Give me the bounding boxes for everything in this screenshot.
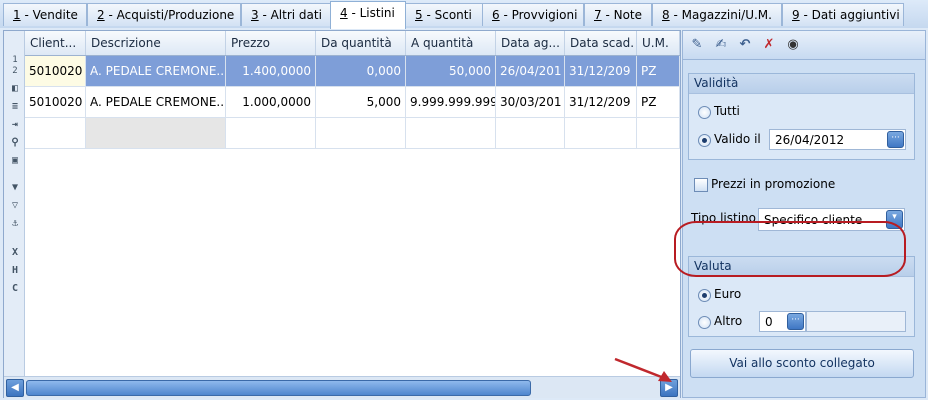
cell-da-quantita[interactable]: 5,000 <box>316 87 406 118</box>
export-c-icon[interactable]: C <box>8 283 22 295</box>
cell-data-scad[interactable] <box>565 118 637 149</box>
col-header-data-scad[interactable]: Data scad. <box>565 31 637 55</box>
insert-icon[interactable]: ⇥ <box>8 119 22 131</box>
cell-descrizione[interactable]: A. PEDALE CREMONE... <box>86 56 226 87</box>
date-picker-icon[interactable]: ··· <box>887 131 904 148</box>
tab-sconti[interactable]: 5 - Sconti <box>405 3 483 26</box>
label-promozione: Prezzi in promozione <box>711 177 836 191</box>
right-toolbar: ✎ ✍ ↶ ✗ ◉ <box>683 31 925 60</box>
cell-descrizione[interactable] <box>86 118 226 149</box>
cell-da-quantita[interactable]: 0,000 <box>316 56 406 87</box>
cell-cliente[interactable] <box>25 118 86 149</box>
tab-bar: 1 - Vendite 2 - Acquisti/Produzione 3 - … <box>0 0 928 29</box>
cell-data-agg[interactable]: 26/04/201 <box>496 56 565 87</box>
right-panel: ✎ ✍ ↶ ✗ ◉ Validità Tutti Valido il 26/04… <box>682 30 926 398</box>
tab-altri-dati[interactable]: 3 - Altri dati <box>241 3 331 26</box>
cell-data-agg[interactable] <box>496 118 565 149</box>
cell-prezzo[interactable] <box>226 118 316 149</box>
cell-data-agg[interactable]: 30/03/201 <box>496 87 565 118</box>
radio-valido-il[interactable] <box>698 134 711 147</box>
date-field[interactable]: 26/04/2012 ··· <box>769 129 906 150</box>
promozione-checkbox[interactable] <box>694 178 708 192</box>
cell-prezzo[interactable]: 1.400,0000 <box>226 56 316 87</box>
horizontal-scrollbar[interactable]: ◀ ▶ <box>4 376 680 398</box>
edit-icon[interactable]: ✎ <box>688 36 706 53</box>
tab-provvigioni[interactable]: 6 - Provvigioni <box>482 3 584 26</box>
cell-data-scad[interactable]: 31/12/209 <box>565 56 637 87</box>
cell-um[interactable]: PZ <box>637 87 680 118</box>
tab-dati-aggiuntivi[interactable]: 9 - Dati aggiuntivi <box>782 3 904 26</box>
radio-tutti[interactable] <box>698 106 711 119</box>
cell-data-scad[interactable]: 31/12/209 <box>565 87 637 118</box>
col-header-cliente[interactable]: Client... <box>25 31 86 55</box>
undo-icon[interactable]: ↶ <box>736 36 754 53</box>
label-euro: Euro <box>714 287 742 301</box>
cell-descrizione[interactable]: A. PEDALE CREMONE... <box>86 87 226 118</box>
col-header-data-agg[interactable]: Data ag... <box>496 31 565 55</box>
cell-a-quantita[interactable] <box>406 118 496 149</box>
highlight-ellipse <box>674 221 906 277</box>
binoculars-icon[interactable]: ◉ <box>784 36 802 53</box>
listini-grid: 12 ◧ ≡ ⇥ ⚲ ▣ ▼ ▽ ⚓ X H C Client... Descr… <box>3 30 681 398</box>
tab-note[interactable]: 7 - Note <box>584 3 652 26</box>
tab-vendite[interactable]: 1 - Vendite <box>3 3 87 26</box>
row-numbers: 12 <box>12 55 18 76</box>
filter-clear-icon[interactable]: ▽ <box>8 200 22 212</box>
tab-listini[interactable]: 4 - Listini <box>330 1 406 29</box>
grid-side-toolbar: 12 ◧ ≡ ⇥ ⚲ ▣ ▼ ▽ ⚓ X H C <box>4 31 25 376</box>
list-icon[interactable]: ≡ <box>8 101 22 113</box>
grid-header: Client... Descrizione Prezzo Da quantità… <box>25 31 680 56</box>
altro-description <box>806 311 906 332</box>
cell-um[interactable]: PZ <box>637 56 680 87</box>
altro-lookup-icon[interactable]: ··· <box>787 313 804 330</box>
col-header-prezzo[interactable]: Prezzo <box>226 31 316 55</box>
export-h-icon[interactable]: H <box>8 265 22 277</box>
label-valido-il: Valido il <box>714 132 761 146</box>
export-x-icon[interactable]: X <box>8 247 22 259</box>
anchor-icon[interactable]: ⚓ <box>8 218 22 230</box>
cell-cliente[interactable]: 5010020 <box>25 87 86 118</box>
red-arrow-icon <box>614 357 672 382</box>
col-header-a-quantita[interactable]: A quantità <box>406 31 496 55</box>
altro-field[interactable]: 0 ··· <box>759 311 806 332</box>
radio-altro[interactable] <box>698 316 711 329</box>
col-header-da-quantita[interactable]: Da quantità <box>316 31 406 55</box>
tab-magazzini-um[interactable]: 8 - Magazzini/U.M. <box>652 3 782 26</box>
delete-icon[interactable]: ✗ <box>760 36 778 53</box>
label-altro: Altro <box>714 314 743 328</box>
tab-content: 12 ◧ ≡ ⇥ ⚲ ▣ ▼ ▽ ⚓ X H C Client... Descr… <box>0 28 928 400</box>
cell-a-quantita[interactable]: 9.999.999.999 <box>406 87 496 118</box>
vai-sconto-button[interactable]: Vai allo sconto collegato <box>690 349 914 378</box>
cell-cliente[interactable]: 5010020 <box>25 56 86 87</box>
save-icon[interactable]: ✍ <box>712 36 730 53</box>
validita-title: Validità <box>689 74 914 94</box>
col-header-descrizione[interactable]: Descrizione <box>86 31 226 55</box>
filter-icon[interactable]: ▼ <box>8 182 22 194</box>
radio-euro[interactable] <box>698 289 711 302</box>
cell-a-quantita[interactable]: 50,000 <box>406 56 496 87</box>
cell-um[interactable] <box>637 118 680 149</box>
validita-group: Validità Tutti Valido il 26/04/2012 ··· <box>688 73 915 160</box>
tab-acquisti-produzione[interactable]: 2 - Acquisti/Produzione <box>87 3 241 26</box>
cell-prezzo[interactable]: 1.000,0000 <box>226 87 316 118</box>
label-tutti: Tutti <box>714 104 740 118</box>
scroll-left-icon[interactable]: ◀ <box>6 379 24 397</box>
cell-da-quantita[interactable] <box>316 118 406 149</box>
scroll-thumb[interactable] <box>26 380 531 396</box>
zoom-icon[interactable]: ⚲ <box>8 137 22 149</box>
record-icon[interactable]: ◧ <box>8 83 22 95</box>
form-icon[interactable]: ▣ <box>8 155 22 167</box>
col-header-um[interactable]: U.M. <box>637 31 680 55</box>
